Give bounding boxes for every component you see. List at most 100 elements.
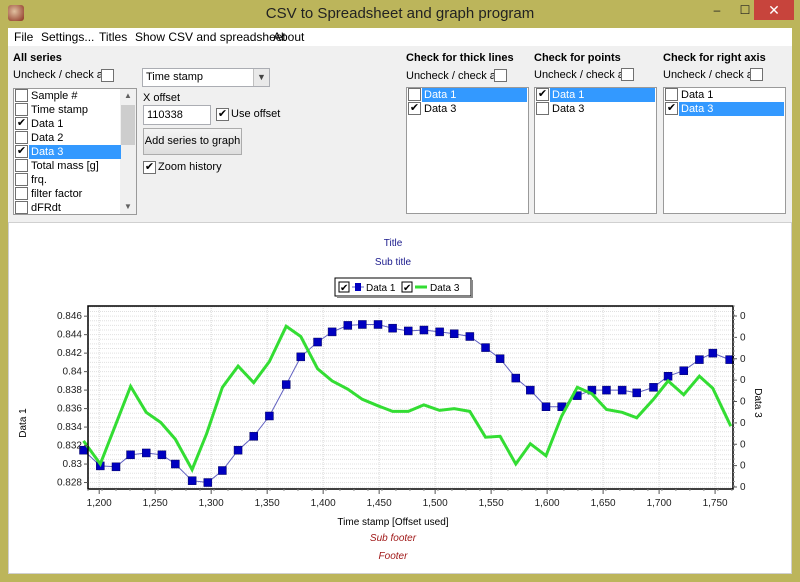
data-point-data-1[interactable] [419,325,429,335]
data-point-data-1[interactable] [602,385,611,395]
data-point-data-1[interactable] [358,320,367,329]
all-series-item-checkbox[interactable] [15,131,28,144]
data-point-data-1[interactable] [511,373,521,383]
chart-title: Title [384,238,403,249]
thick-lines-item[interactable]: ✔ Data 3 [407,102,528,116]
data-point-data-1[interactable] [203,478,213,487]
points-item[interactable]: Data 3 [535,102,656,116]
all-series-check-all-checkbox[interactable] [101,69,114,82]
all-series-item-checkbox[interactable] [15,103,28,116]
thick-lines-list[interactable]: Data 1 ✔ Data 3 [406,87,529,214]
thick-lines-item[interactable]: Data 1 [407,88,528,102]
all-series-item[interactable]: frq. [14,173,136,187]
thick-lines-item-checkbox[interactable]: ✔ [408,102,421,115]
all-series-item-checkbox[interactable] [15,173,28,186]
data-point-data-1[interactable] [218,466,227,475]
data-point-data-1[interactable] [541,402,551,411]
data-point-data-1[interactable] [126,450,135,460]
thick-lines-item-checkbox[interactable] [408,88,421,101]
data-point-data-1[interactable] [481,343,490,352]
all-series-header: All series [13,52,62,64]
all-series-item[interactable]: Data 2 [14,131,136,145]
right-axis-item[interactable]: Data 1 [664,88,785,102]
data-point-data-1[interactable] [449,329,459,338]
all-series-list[interactable]: ▲ ▼ Sample # Time stamp ✔ Data 1 Data 2 ✔ Data… [13,88,137,215]
thick-lines-check-all-checkbox[interactable] [494,69,507,82]
right-axis-item-label: Data 1 [681,89,714,101]
chart-footer: Footer [379,551,409,562]
menu-settings[interactable]: Settings... [41,30,94,44]
data-point-data-1[interactable] [313,337,322,347]
data-point-data-1[interactable] [526,385,535,395]
x-offset-input[interactable]: 110338 [143,105,211,125]
data-point-data-1[interactable] [708,348,718,358]
data-point-data-1[interactable] [435,327,444,337]
data-point-data-1[interactable] [171,459,180,469]
chevron-down-icon[interactable]: ▼ [253,69,269,86]
data-point-data-1[interactable] [404,326,413,336]
use-offset-checkbox[interactable]: ✔ [216,108,229,121]
menu-show-csv[interactable]: Show CSV and spreadsheet [135,30,286,44]
data-point-data-1[interactable] [632,388,641,398]
data-point-data-1[interactable] [388,323,397,333]
zoom-history-checkbox[interactable]: ✔ [143,161,156,174]
all-series-item[interactable]: ✔ Data 1 [14,117,136,131]
all-series-item[interactable]: Sample # [14,89,136,103]
data-point-data-1[interactable] [157,450,167,460]
all-series-item[interactable]: ✔ Data 3 [14,145,136,159]
data-point-data-1[interactable] [327,327,337,337]
chart-panel[interactable]: Title Sub title ✔ Data 1 ✔ Data 3 1,200 … [8,222,792,574]
series-line-data-3 [82,324,733,474]
points-item[interactable]: ✔ Data 1 [535,88,656,102]
data-point-data-1[interactable] [495,354,505,363]
right-axis-check-all-checkbox[interactable] [750,68,763,81]
menu-bar: File Settings... Titles Show CSV and spr… [8,28,792,46]
add-series-button[interactable]: Add series to graph [143,128,242,155]
right-axis-item[interactable]: ✔ Data 3 [664,102,785,116]
data-point-data-1[interactable] [296,352,306,362]
all-series-item-checkbox[interactable] [15,159,28,172]
data-point-data-1[interactable] [679,366,688,375]
all-series-item-checkbox[interactable]: ✔ [15,145,28,158]
chart-svg[interactable]: Title Sub title ✔ Data 1 ✔ Data 3 1,200 … [9,223,793,575]
right-axis-item-checkbox[interactable]: ✔ [665,102,678,115]
all-series-item[interactable]: Time stamp [14,103,136,117]
all-series-item[interactable]: filter factor [14,187,136,201]
minimize-button[interactable]: – [703,0,731,20]
all-series-item[interactable]: dFRdt [14,201,136,214]
data-point-data-1[interactable] [233,445,243,455]
points-item-checkbox[interactable]: ✔ [536,88,549,101]
chart-legend[interactable]: ✔ Data 1 ✔ Data 3 [334,277,473,298]
data-point-data-1[interactable] [265,411,274,421]
data-point-data-1[interactable] [111,462,121,472]
legend-data1-check-icon: ✔ [340,283,348,294]
data-point-data-1[interactable] [343,321,353,330]
all-series-item-label: Data 1 [31,118,64,130]
all-series-item-checkbox[interactable]: ✔ [15,117,28,130]
data-point-data-1[interactable] [695,355,704,364]
menu-titles[interactable]: Titles [99,30,127,44]
menu-about[interactable]: About [273,30,304,44]
data-point-data-1[interactable] [281,380,291,389]
data-point-data-1[interactable] [649,383,658,392]
menu-file[interactable]: File [14,30,33,44]
data-point-data-1[interactable] [141,448,151,458]
legend-data3-label: Data 3 [430,283,460,294]
data-point-data-1[interactable] [465,332,475,341]
points-check-all-checkbox[interactable] [621,68,634,81]
x-series-select[interactable]: Time stamp ▼ [142,68,270,87]
all-series-item[interactable]: Total mass [g] [14,159,136,173]
data-point-data-1[interactable] [373,320,383,329]
right-axis-list[interactable]: Data 1 ✔ Data 3 [663,87,786,214]
close-button[interactable]: ✕ [754,0,794,20]
data-point-data-1[interactable] [187,476,197,485]
points-list[interactable]: ✔ Data 1 Data 3 [534,87,657,214]
data-point-data-1[interactable] [249,432,258,441]
right-axis-item-checkbox[interactable] [665,88,678,101]
legend-data1-marker [355,283,361,291]
data-point-data-1[interactable] [617,385,627,395]
all-series-item-checkbox[interactable] [15,201,28,214]
points-item-checkbox[interactable] [536,102,549,115]
all-series-item-checkbox[interactable] [15,89,28,102]
all-series-item-checkbox[interactable] [15,187,28,200]
